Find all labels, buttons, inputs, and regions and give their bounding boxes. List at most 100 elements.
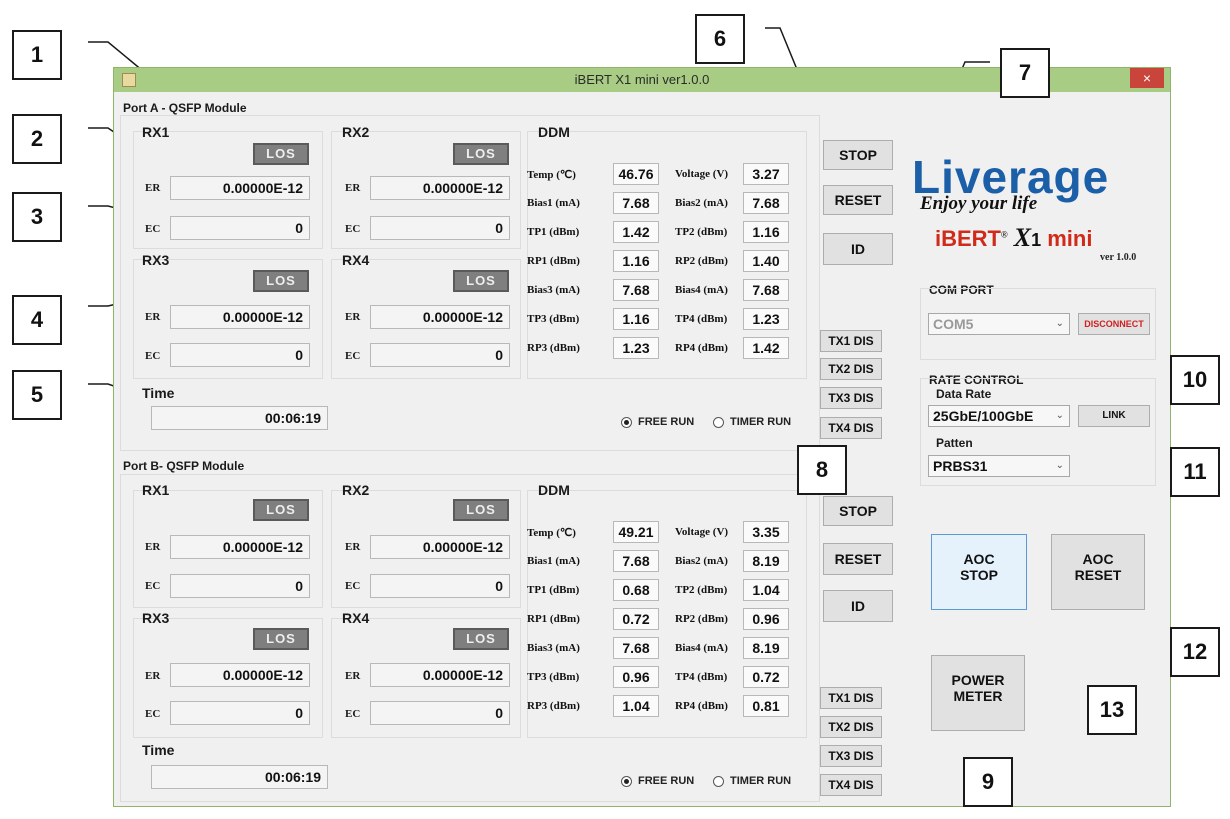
port-b-ddm-label: Bias3 (mA) [527,642,580,654]
product-name: iBERT® X1 mini [935,223,1093,252]
aoc-stop-line2: STOP [960,567,998,583]
callout-3: 3 [12,192,62,242]
port-a-stop-button[interactable]: STOP [823,140,893,170]
port-a-ddm-label: Temp (℃) [527,169,576,181]
aoc-stop-line1: AOC [963,551,995,567]
port-b-rx3-er-field: 0.00000E-12 [170,663,310,687]
port-b-ddm-value: 8.19 [743,637,789,659]
port-b-rx1-er-label: ER [145,541,161,553]
port-a-time-field: 00:06:19 [151,406,328,430]
port-a-ddm-value: 1.40 [743,250,789,272]
port-a-rx3-er-field: 0.00000E-12 [170,305,310,329]
port-a-ddm-label: TP3 (dBm) [527,313,580,325]
port-b-ddm-value: 8.19 [743,550,789,572]
port-b-rx1-er-field: 0.00000E-12 [170,535,310,559]
port-b-rx1-label: RX1 [142,482,170,498]
port-b-ddm-value: 1.04 [743,579,789,601]
aoc-stop-button[interactable]: AOC STOP [931,534,1027,610]
power-meter-button[interactable]: POWER METER [931,655,1025,731]
port-a-rx1-er-field: 0.00000E-12 [170,176,310,200]
callout-12: 12 [1170,627,1220,677]
port-b-tx4-dis-button[interactable]: TX4 DIS [820,774,882,796]
port-a-rx3-ec-label: EC [145,350,161,362]
chevron-down-icon: ⌄ [1055,318,1064,329]
port-a-ddm-label: Voltage (V) [675,168,729,180]
port-a-rx1-ec-label: EC [145,223,161,235]
port-b-id-button[interactable]: ID [823,590,893,622]
port-a-rx4-ec-label: EC [345,350,361,362]
port-a-title: Port A - QSFP Module [123,101,247,115]
power-meter-line2: METER [953,688,1003,704]
port-b-rx2-ec-label: EC [345,580,361,592]
port-a-rx4-los: LOS [453,270,509,292]
port-b-rx4-ec-field: 0 [370,701,510,725]
port-a-rx2-ec-field: 0 [370,216,510,240]
com-port-select[interactable]: COM5 ⌄ [928,313,1070,335]
port-b-ddm-label: Bias1 (mA) [527,555,580,567]
port-a-timer-run-radio[interactable] [713,417,724,428]
port-b-ddm-title: DDM [538,482,570,498]
port-b-rx2-los: LOS [453,499,509,521]
port-b-ddm-label: RP4 (dBm) [675,700,728,712]
port-a-ddm-label: RP3 (dBm) [527,342,580,354]
port-a-ddm-label: RP2 (dBm) [675,255,728,267]
port-b-reset-button[interactable]: RESET [823,543,893,575]
port-b-rx3-ec-label: EC [145,708,161,720]
callout-13: 13 [1087,685,1137,735]
port-a-rx3-label: RX3 [142,252,170,268]
port-a-rx3-los: LOS [253,270,309,292]
port-a-id-button[interactable]: ID [823,233,893,265]
port-a-tx4-dis-button[interactable]: TX4 DIS [820,417,882,439]
port-a-ddm-value: 7.68 [613,279,659,301]
port-a-ddm-title: DDM [538,124,570,140]
port-b-rx3-los: LOS [253,628,309,650]
port-a-ddm-label: Bias3 (mA) [527,284,580,296]
brand-tagline: Enjoy your life [920,193,1038,214]
port-a-timer-run-label: TIMER RUN [730,416,792,428]
port-a-ddm-value: 1.42 [613,221,659,243]
callout-10: 10 [1170,355,1220,405]
port-a-ddm-value: 1.23 [743,308,789,330]
port-a-free-run-radio[interactable] [621,417,632,428]
disconnect-button[interactable]: DISCONNECT [1078,313,1150,335]
port-b-rx2-label: RX2 [342,482,370,498]
callout-7: 7 [1000,48,1050,98]
port-a-ddm-value: 1.16 [743,221,789,243]
port-b-timer-run-label: TIMER RUN [730,775,792,787]
port-b-rx1-los: LOS [253,499,309,521]
port-b-ddm-label: TP4 (dBm) [675,671,728,683]
port-b-ddm-value: 3.35 [743,521,789,543]
port-b-rx1-ec-label: EC [145,580,161,592]
port-a-tx2-dis-button[interactable]: TX2 DIS [820,358,882,380]
port-a-tx1-dis-button[interactable]: TX1 DIS [820,330,882,352]
port-a-ddm-value: 1.16 [613,308,659,330]
data-rate-value: 25GbE/100GbE [933,408,1034,424]
port-b-stop-button[interactable]: STOP [823,496,893,526]
pattern-select[interactable]: PRBS31 ⌄ [928,455,1070,477]
port-a-rx2-er-field: 0.00000E-12 [370,176,510,200]
port-b-rx3-er-label: ER [145,670,161,682]
port-a-rx4-er-field: 0.00000E-12 [370,305,510,329]
port-b-rx2-er-label: ER [345,541,361,553]
port-b-free-run-radio[interactable] [621,776,632,787]
port-b-tx1-dis-button[interactable]: TX1 DIS [820,687,882,709]
port-a-tx3-dis-button[interactable]: TX3 DIS [820,387,882,409]
aoc-reset-line1: AOC [1082,551,1114,567]
port-b-timer-run-radio[interactable] [713,776,724,787]
port-b-ddm-label: TP2 (dBm) [675,584,728,596]
aoc-reset-button[interactable]: AOC RESET [1051,534,1145,610]
port-a-rx2-ec-label: EC [345,223,361,235]
port-b-tx3-dis-button[interactable]: TX3 DIS [820,745,882,767]
port-b-ddm-value: 0.96 [613,666,659,688]
port-a-reset-button[interactable]: RESET [823,185,893,215]
data-rate-select[interactable]: 25GbE/100GbE ⌄ [928,405,1070,427]
link-button[interactable]: LINK [1078,405,1150,427]
callout-4: 4 [12,295,62,345]
port-a-ddm-label: Bias1 (mA) [527,197,580,209]
port-a-rx2-label: RX2 [342,124,370,140]
port-b-tx2-dis-button[interactable]: TX2 DIS [820,716,882,738]
pattern-label: Patten [936,436,973,450]
port-a-ddm-value: 1.42 [743,337,789,359]
close-button[interactable]: × [1130,68,1164,88]
callout-8: 8 [797,445,847,495]
